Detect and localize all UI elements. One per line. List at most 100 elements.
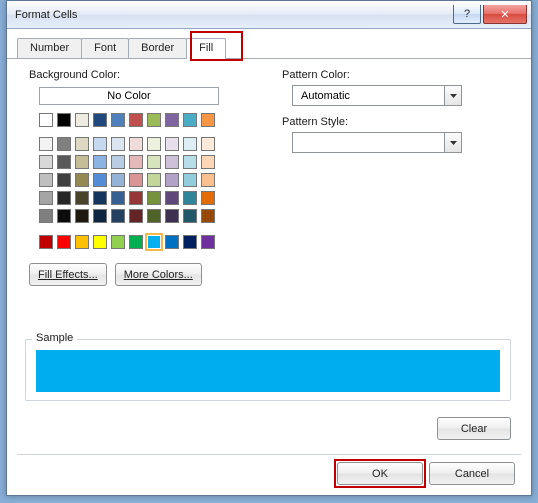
color-swatch[interactable] (39, 137, 53, 151)
help-icon: ? (464, 8, 470, 20)
color-swatch[interactable] (201, 191, 215, 205)
color-swatch[interactable] (93, 191, 107, 205)
color-swatch[interactable] (39, 209, 53, 223)
color-swatch[interactable] (93, 137, 107, 151)
color-swatch[interactable] (183, 113, 197, 127)
color-swatch[interactable] (39, 191, 53, 205)
color-swatch[interactable] (147, 113, 161, 127)
chevron-down-icon (444, 86, 461, 105)
color-swatch[interactable] (147, 155, 161, 169)
color-swatch[interactable] (57, 155, 71, 169)
color-swatch[interactable] (39, 173, 53, 187)
color-swatch[interactable] (165, 235, 179, 249)
color-swatch[interactable] (111, 173, 125, 187)
color-swatch[interactable] (111, 209, 125, 223)
color-swatch[interactable] (75, 155, 89, 169)
color-swatch[interactable] (93, 235, 107, 249)
color-swatch[interactable] (129, 173, 143, 187)
color-swatch[interactable] (183, 173, 197, 187)
pattern-style-label: Pattern Style: (282, 116, 467, 128)
background-color-label: Background Color: (29, 69, 219, 81)
sample-swatch (36, 350, 500, 392)
color-swatch[interactable] (75, 235, 89, 249)
color-swatch[interactable] (183, 155, 197, 169)
background-color-section: Background Color: No Color Fill Effects.… (29, 69, 219, 286)
color-swatch[interactable] (147, 191, 161, 205)
color-swatch[interactable] (165, 137, 179, 151)
color-swatch[interactable] (183, 191, 197, 205)
footer-separator (17, 454, 521, 455)
help-button[interactable]: ? (453, 5, 481, 24)
cancel-button[interactable]: Cancel (429, 462, 515, 485)
color-swatch[interactable] (201, 235, 215, 249)
color-swatch[interactable] (93, 173, 107, 187)
tab-font[interactable]: Font (81, 38, 129, 58)
color-swatch[interactable] (75, 209, 89, 223)
color-swatch[interactable] (147, 137, 161, 151)
color-swatch[interactable] (165, 191, 179, 205)
color-swatch[interactable] (39, 113, 53, 127)
standard-colors-row (39, 235, 219, 249)
color-swatch[interactable] (165, 155, 179, 169)
pattern-color-label: Pattern Color: (282, 69, 467, 81)
color-swatch[interactable] (129, 137, 143, 151)
theme-colors-row (39, 113, 219, 127)
no-color-button[interactable]: No Color (39, 87, 219, 105)
color-swatch[interactable] (201, 209, 215, 223)
color-swatch[interactable] (111, 155, 125, 169)
color-swatch[interactable] (201, 113, 215, 127)
color-swatch[interactable] (57, 173, 71, 187)
color-swatch[interactable] (57, 191, 71, 205)
color-swatch[interactable] (111, 137, 125, 151)
color-swatch[interactable] (93, 155, 107, 169)
color-swatch[interactable] (129, 155, 143, 169)
color-swatch[interactable] (75, 173, 89, 187)
color-swatch[interactable] (75, 137, 89, 151)
color-swatch[interactable] (165, 113, 179, 127)
color-swatch[interactable] (129, 209, 143, 223)
color-swatch[interactable] (57, 137, 71, 151)
color-swatch[interactable] (183, 235, 197, 249)
fill-effects-button[interactable]: Fill Effects... (29, 263, 107, 286)
color-swatch[interactable] (129, 113, 143, 127)
color-swatch[interactable] (93, 209, 107, 223)
color-swatch[interactable] (147, 209, 161, 223)
color-swatch[interactable] (57, 209, 71, 223)
pattern-color-value: Automatic (293, 90, 444, 102)
more-colors-button[interactable]: More Colors... (115, 263, 202, 286)
color-swatch[interactable] (147, 235, 161, 249)
pattern-color-combo[interactable]: Automatic (292, 85, 462, 106)
color-swatch[interactable] (201, 173, 215, 187)
color-swatch[interactable] (93, 113, 107, 127)
titlebar-buttons: ? ✕ (453, 5, 531, 24)
color-swatch[interactable] (57, 235, 71, 249)
color-swatch[interactable] (201, 137, 215, 151)
color-swatch[interactable] (111, 191, 125, 205)
ok-button[interactable]: OK (337, 462, 423, 485)
close-button[interactable]: ✕ (483, 5, 527, 24)
pattern-style-combo[interactable] (292, 132, 462, 153)
color-swatch[interactable] (75, 113, 89, 127)
tabstrip: Number Font Border Fill (7, 35, 531, 59)
tab-fill[interactable]: Fill (186, 38, 226, 59)
tab-number[interactable]: Number (17, 38, 82, 58)
tab-border[interactable]: Border (128, 38, 187, 58)
color-swatch[interactable] (165, 173, 179, 187)
clear-button[interactable]: Clear (437, 417, 511, 440)
color-swatch[interactable] (183, 209, 197, 223)
dialog-body: Number Font Border Fill Background Color… (7, 29, 531, 495)
color-swatch[interactable] (147, 173, 161, 187)
color-swatch[interactable] (39, 155, 53, 169)
color-swatch[interactable] (165, 209, 179, 223)
color-swatch[interactable] (57, 113, 71, 127)
color-swatch[interactable] (129, 191, 143, 205)
tint-colors-grid (39, 137, 219, 223)
color-swatch[interactable] (111, 235, 125, 249)
color-swatch[interactable] (129, 235, 143, 249)
color-swatch[interactable] (201, 155, 215, 169)
color-swatch[interactable] (111, 113, 125, 127)
color-swatch[interactable] (183, 137, 197, 151)
sample-label: Sample (32, 332, 77, 344)
color-swatch[interactable] (75, 191, 89, 205)
color-swatch[interactable] (39, 235, 53, 249)
